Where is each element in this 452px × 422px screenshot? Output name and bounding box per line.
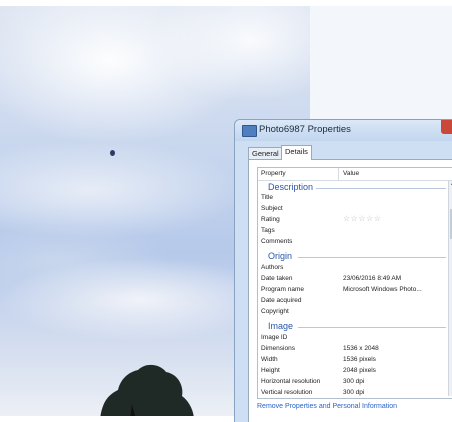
section-description-heading: Description: [268, 182, 314, 192]
row-dimensions-label[interactable]: Dimensions: [261, 345, 295, 352]
row-comments-label[interactable]: Comments: [261, 238, 292, 245]
row-width-value[interactable]: 1536 pixels: [343, 356, 376, 363]
section-image-heading: Image: [268, 321, 294, 331]
details-panel: Property Value Description Title Subject…: [248, 159, 452, 422]
row-width-label[interactable]: Width: [261, 356, 278, 363]
row-height-value[interactable]: 2048 pixels: [343, 367, 376, 374]
tree-silhouette: [100, 364, 194, 420]
row-horizontal-resolution-label[interactable]: Horizontal resolution: [261, 378, 320, 385]
image-file-icon: [242, 125, 257, 137]
column-header-property[interactable]: Property: [261, 170, 286, 177]
row-horizontal-resolution-value[interactable]: 300 dpi: [343, 378, 364, 385]
window-title: Photo6987 Properties: [259, 124, 351, 135]
row-vertical-resolution-label[interactable]: Vertical resolution: [261, 389, 312, 396]
row-program-name-label[interactable]: Program name: [261, 286, 304, 293]
section-image-rule: [298, 327, 446, 328]
column-header-value[interactable]: Value: [343, 170, 359, 177]
section-origin-heading: Origin: [268, 251, 293, 261]
properties-dialog: Photo6987 Properties General Details Pro…: [234, 119, 452, 422]
section-description-rule: [316, 188, 446, 189]
row-program-name-value[interactable]: Microsoft Windows Photo...: [343, 286, 422, 293]
row-copyright-label[interactable]: Copyright: [261, 308, 289, 315]
row-vertical-resolution-value[interactable]: 300 dpi: [343, 389, 364, 396]
row-date-taken-label[interactable]: Date taken: [261, 275, 292, 282]
row-dimensions-value[interactable]: 1536 x 2048: [343, 345, 379, 352]
row-rating-label[interactable]: Rating: [261, 216, 280, 223]
tab-details[interactable]: Details: [281, 145, 312, 160]
blank-panel: [310, 6, 452, 121]
row-date-acquired-label[interactable]: Date acquired: [261, 297, 301, 304]
row-authors-label[interactable]: Authors: [261, 264, 283, 271]
row-date-taken-value[interactable]: 23/06/2016 8:49 AM: [343, 275, 401, 282]
row-title-label[interactable]: Title: [261, 194, 273, 201]
column-divider[interactable]: [338, 168, 339, 180]
row-height-label[interactable]: Height: [261, 367, 280, 374]
section-origin-rule: [298, 257, 446, 258]
remove-properties-link[interactable]: Remove Properties and Personal Informati…: [257, 403, 397, 410]
header-divider: [258, 180, 452, 181]
row-image-id-label[interactable]: Image ID: [261, 334, 287, 341]
row-subject-label[interactable]: Subject: [261, 205, 283, 212]
title-bar[interactable]: Photo6987 Properties: [235, 120, 452, 141]
bird-silhouette: [110, 150, 115, 156]
rating-stars[interactable]: ☆☆☆☆☆: [343, 214, 381, 223]
vertical-scrollbar[interactable]: ▲: [448, 181, 452, 396]
row-tags-label[interactable]: Tags: [261, 227, 275, 234]
close-button[interactable]: [441, 120, 452, 134]
property-list[interactable]: Property Value Description Title Subject…: [257, 167, 452, 399]
